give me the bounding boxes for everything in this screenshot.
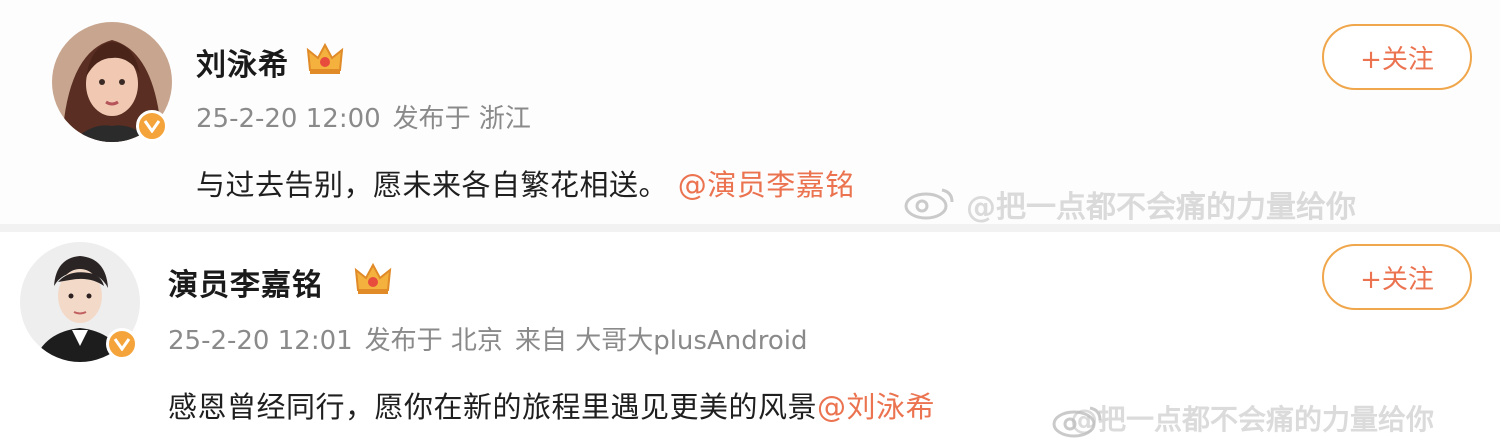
avatar[interactable] <box>52 22 172 142</box>
mention-link[interactable]: @演员李嘉铭 <box>678 168 855 202</box>
weibo-logo-icon <box>904 188 954 220</box>
divider <box>0 224 1500 232</box>
post-content: 与过去告别，愿未来各自繁花相送。 <box>196 168 669 202</box>
post-meta: 25-2-20 12:01 发布于 北京 来自 大哥大plusAndroid <box>168 320 819 357</box>
follow-button[interactable]: +关注 <box>1322 244 1472 310</box>
post-time[interactable]: 25-2-20 12:00 <box>196 104 381 134</box>
post-location: 发布于 北京 <box>364 326 503 356</box>
post-time[interactable]: 25-2-20 12:01 <box>168 326 353 356</box>
author-name[interactable]: 演员李嘉铭 <box>168 260 323 304</box>
post-text: 与过去告别，愿未来各自繁花相送。 @演员李嘉铭 <box>196 162 855 204</box>
watermark-text: @把一点都不会痛的力量给你 <box>966 190 1356 225</box>
post-location: 发布于 浙江 <box>392 104 531 134</box>
crown-icon <box>306 42 344 74</box>
follow-label: +关注 <box>1360 44 1434 75</box>
verified-badge-icon <box>136 110 168 142</box>
follow-label: +关注 <box>1360 264 1434 295</box>
post-meta: 25-2-20 12:00 发布于 浙江 <box>196 98 543 135</box>
post-text: 感恩曾经同行，愿你在新的旅程里遇见更美的风景@刘泳希 <box>168 384 935 426</box>
verified-badge-icon <box>106 328 138 360</box>
post-card: 演员李嘉铭 25-2-20 12:01 发布于 北京 来自 大哥大plusAndro… <box>0 232 1500 448</box>
author-name[interactable]: 刘泳希 <box>196 40 289 84</box>
post-device[interactable]: 来自 大哥大plusAndroid <box>515 326 808 356</box>
post-content: 感恩曾经同行，愿你在新的旅程里遇见更美的风景 <box>168 390 818 424</box>
watermark-text: @把一点都不会痛的力量给你 <box>1070 403 1435 436</box>
avatar[interactable] <box>20 242 140 362</box>
mention-link[interactable]: @刘泳希 <box>817 390 935 424</box>
follow-button[interactable]: +关注 <box>1322 24 1472 90</box>
crown-icon <box>354 262 392 294</box>
post-card: 刘泳希 25-2-20 12:00 发布于 浙江 与过去告别，愿未来各自繁花相送。… <box>0 0 1500 225</box>
